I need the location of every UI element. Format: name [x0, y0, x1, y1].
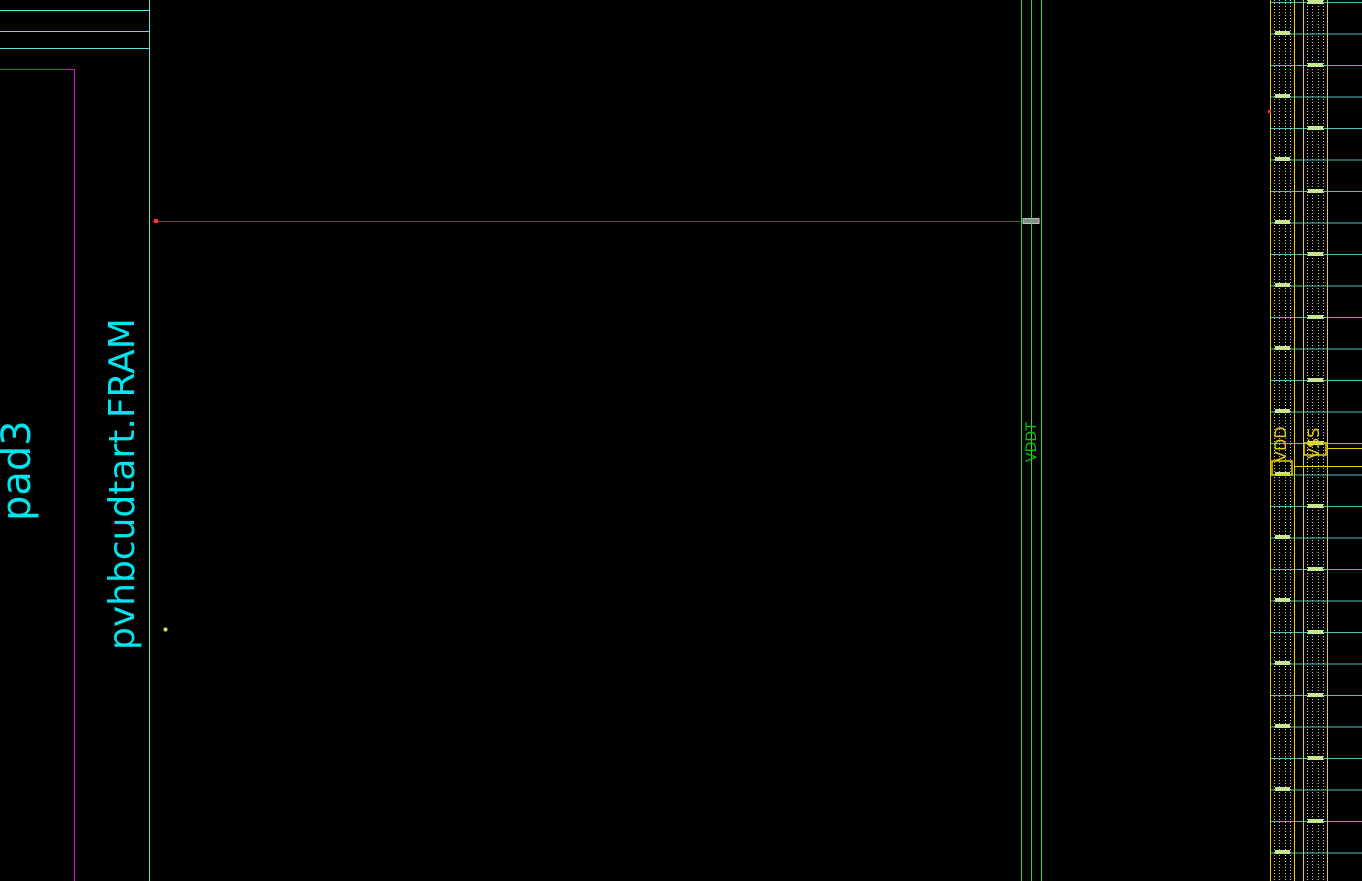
vss-via	[1308, 504, 1323, 508]
marker-dot	[163, 627, 168, 632]
vss-via	[1308, 819, 1323, 823]
vdd-via	[1275, 661, 1290, 665]
vddt-net-label: VDDT	[1024, 422, 1040, 462]
vss-via	[1308, 126, 1323, 130]
vdd-via	[1275, 724, 1290, 728]
vdd-rail-label: VDD	[1271, 426, 1290, 462]
vdd-via	[1275, 787, 1290, 791]
cell-name-label: pvhbcudtart.FRAM	[102, 318, 143, 650]
pad-name-label: pad3	[0, 420, 40, 521]
vdd-via	[1275, 157, 1290, 161]
vdd-via	[1275, 409, 1290, 413]
vdd-via	[1275, 598, 1290, 602]
vdd-via	[1275, 94, 1290, 98]
vdd-via	[1275, 850, 1290, 854]
layout-canvas[interactable]	[0, 0, 1362, 881]
vss-via	[1308, 315, 1323, 319]
vdd-via	[1275, 31, 1290, 35]
vss-rail-label: VSS	[1304, 427, 1323, 459]
vss-via	[1308, 63, 1323, 67]
vdd-via	[1275, 220, 1290, 224]
vss-via	[1308, 693, 1323, 697]
route-pin[interactable]	[154, 219, 158, 223]
vdd-via	[1275, 283, 1290, 287]
vss-via	[1308, 630, 1323, 634]
rail-pin[interactable]	[1268, 110, 1271, 113]
vdd-via	[1275, 346, 1290, 350]
vss-via	[1308, 756, 1323, 760]
vss-via	[1308, 0, 1323, 4]
canvas-background	[0, 0, 1362, 881]
vss-via	[1308, 567, 1323, 571]
vss-via	[1308, 189, 1323, 193]
vdd-via	[1275, 535, 1290, 539]
vss-via	[1308, 378, 1323, 382]
vss-via	[1308, 252, 1323, 256]
